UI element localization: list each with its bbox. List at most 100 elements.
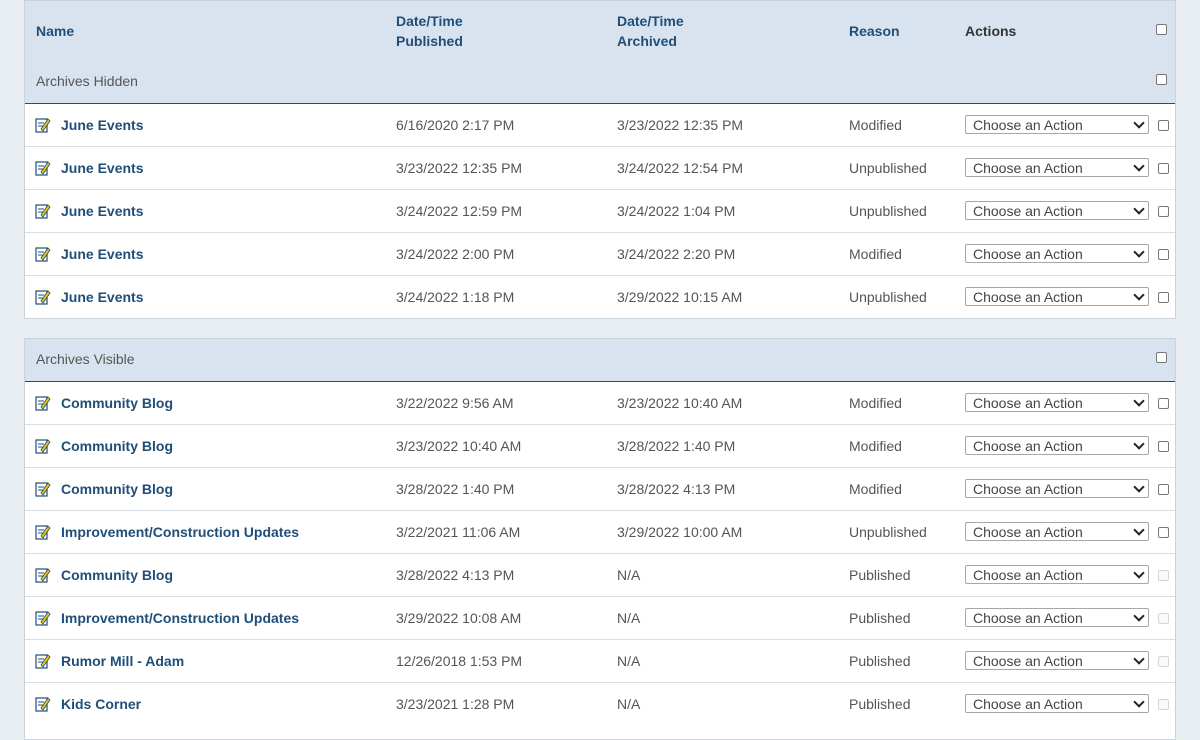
archived-datetime: 3/23/2022 12:35 PM <box>617 117 744 133</box>
chevron-down-icon <box>1133 395 1145 407</box>
item-name-link[interactable]: Community Blog <box>61 425 173 467</box>
action-select-value: Choose an Action <box>973 289 1083 305</box>
published-datetime: 3/23/2021 1:28 PM <box>396 696 515 712</box>
archived-datetime: 3/28/2022 1:40 PM <box>617 438 736 454</box>
reason-text: Unpublished <box>849 289 927 305</box>
action-select[interactable]: Choose an Action <box>965 393 1149 412</box>
section-bar: Archives Hidden <box>25 61 1175 105</box>
item-name-link[interactable]: June Events <box>61 147 143 189</box>
action-select-value: Choose an Action <box>973 246 1083 262</box>
item-name-link[interactable]: Community Blog <box>61 468 173 510</box>
chevron-down-icon <box>1133 438 1145 450</box>
edit-page-icon[interactable] <box>35 481 51 497</box>
row-checkbox[interactable] <box>1158 613 1169 624</box>
row-checkbox[interactable] <box>1158 163 1169 174</box>
action-select[interactable]: Choose an Action <box>965 158 1149 177</box>
edit-page-icon[interactable] <box>35 438 51 454</box>
item-name-link[interactable]: June Events <box>61 104 143 146</box>
item-name-link[interactable]: Community Blog <box>61 382 173 424</box>
column-header-published[interactable]: Date/Time Published <box>396 11 463 51</box>
action-select[interactable]: Choose an Action <box>965 565 1149 584</box>
edit-page-icon[interactable] <box>35 160 51 176</box>
table-row: Community Blog 3/23/2022 10:40 AM 3/28/202… <box>25 425 1175 468</box>
row-checkbox[interactable] <box>1158 398 1169 409</box>
chevron-down-icon <box>1133 203 1145 215</box>
column-header-archived[interactable]: Date/Time Archived <box>617 11 684 51</box>
item-name-link[interactable]: June Events <box>61 190 143 232</box>
column-header-name[interactable]: Name <box>36 21 74 41</box>
item-name-link[interactable]: Rumor Mill - Adam <box>61 640 184 682</box>
action-select-value: Choose an Action <box>973 481 1083 497</box>
archives-visible-panel: Archives Visible Community Blog 3/22/2022… <box>24 338 1176 740</box>
edit-page-icon[interactable] <box>35 117 51 133</box>
table-row: Improvement/Construction Updates 3/29/202… <box>25 597 1175 640</box>
edit-page-icon[interactable] <box>35 610 51 626</box>
action-select[interactable]: Choose an Action <box>965 201 1149 220</box>
published-datetime: 3/22/2021 11:06 AM <box>396 524 521 540</box>
row-checkbox[interactable] <box>1158 527 1169 538</box>
row-checkbox[interactable] <box>1158 570 1169 581</box>
item-name-link[interactable]: Improvement/Construction Updates <box>61 511 299 553</box>
action-select[interactable]: Choose an Action <box>965 608 1149 627</box>
row-checkbox[interactable] <box>1158 441 1169 452</box>
reason-text: Modified <box>849 481 902 497</box>
edit-page-icon[interactable] <box>35 653 51 669</box>
archived-datetime: 3/24/2022 2:20 PM <box>617 246 736 262</box>
row-checkbox[interactable] <box>1158 120 1169 131</box>
published-datetime: 6/16/2020 2:17 PM <box>396 117 515 133</box>
table-row: Community Blog 3/28/2022 1:40 PM 3/28/2022… <box>25 468 1175 511</box>
item-name-link[interactable]: June Events <box>61 233 143 275</box>
action-select[interactable]: Choose an Action <box>965 651 1149 670</box>
edit-page-icon[interactable] <box>35 696 51 712</box>
reason-text: Modified <box>849 438 902 454</box>
edit-page-icon[interactable] <box>35 246 51 262</box>
row-checkbox[interactable] <box>1158 206 1169 217</box>
row-checkbox[interactable] <box>1158 292 1169 303</box>
column-header-published-line2: Published <box>396 33 463 49</box>
edit-page-icon[interactable] <box>35 203 51 219</box>
published-datetime: 12/26/2018 1:53 PM <box>396 653 523 669</box>
column-header-archived-line2: Archived <box>617 33 677 49</box>
table-header: Name Date/Time Published Date/Time Archi… <box>25 1 1175 61</box>
section-bar: Archives Visible <box>25 339 1175 383</box>
column-header-published-line1: Date/Time <box>396 13 463 29</box>
action-select[interactable]: Choose an Action <box>965 479 1149 498</box>
item-name-link[interactable]: Community Blog <box>61 554 173 596</box>
action-select[interactable]: Choose an Action <box>965 522 1149 541</box>
edit-page-icon[interactable] <box>35 395 51 411</box>
item-name-link[interactable]: Kids Corner <box>61 683 141 725</box>
edit-page-icon[interactable] <box>35 289 51 305</box>
chevron-down-icon <box>1133 481 1145 493</box>
action-select[interactable]: Choose an Action <box>965 115 1149 134</box>
row-checkbox[interactable] <box>1158 656 1169 667</box>
section-title: Archives Hidden <box>36 73 138 89</box>
published-datetime: 3/24/2022 2:00 PM <box>396 246 515 262</box>
reason-text: Published <box>849 653 911 669</box>
action-select-value: Choose an Action <box>973 438 1083 454</box>
archived-datetime: 3/23/2022 10:40 AM <box>617 395 743 411</box>
item-name-link[interactable]: June Events <box>61 276 143 318</box>
row-checkbox[interactable] <box>1158 699 1169 710</box>
section-select-checkbox[interactable] <box>1156 352 1167 363</box>
action-select[interactable]: Choose an Action <box>965 694 1149 713</box>
edit-page-icon[interactable] <box>35 524 51 540</box>
section-select-checkbox[interactable] <box>1156 74 1167 85</box>
reason-text: Modified <box>849 246 902 262</box>
column-header-actions: Actions <box>965 23 1017 39</box>
row-checkbox[interactable] <box>1158 249 1169 260</box>
item-name-link[interactable]: Improvement/Construction Updates <box>61 597 299 639</box>
published-datetime: 3/24/2022 12:59 PM <box>396 203 523 219</box>
column-header-reason[interactable]: Reason <box>849 21 900 41</box>
action-select[interactable]: Choose an Action <box>965 287 1149 306</box>
reason-text: Unpublished <box>849 160 927 176</box>
row-checkbox[interactable] <box>1158 484 1169 495</box>
action-select-value: Choose an Action <box>973 610 1083 626</box>
action-select[interactable]: Choose an Action <box>965 244 1149 263</box>
action-select[interactable]: Choose an Action <box>965 436 1149 455</box>
table-row: Community Blog 3/22/2022 9:56 AM 3/23/2022… <box>25 382 1175 425</box>
archived-datetime: N/A <box>617 610 641 626</box>
edit-page-icon[interactable] <box>35 567 51 583</box>
select-all-checkbox[interactable] <box>1156 24 1167 35</box>
archived-datetime: N/A <box>617 567 641 583</box>
table-row: June Events 3/24/2022 12:59 PM 3/24/2022 1… <box>25 190 1175 233</box>
